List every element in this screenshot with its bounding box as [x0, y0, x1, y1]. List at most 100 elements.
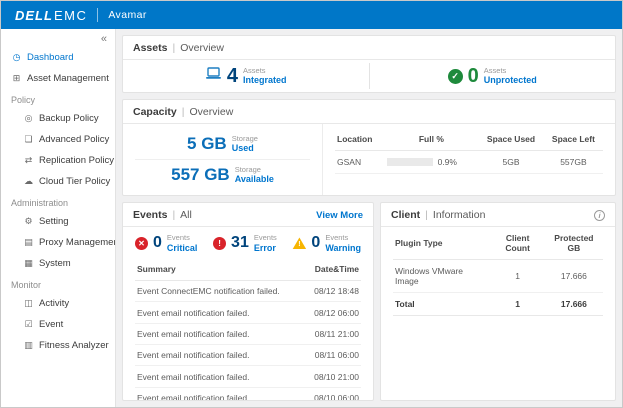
topbar: DELL EMC Avamar — [1, 1, 622, 29]
plugin-type-cell: Windows VMware Image — [393, 260, 490, 293]
stat-label-top: Events — [325, 234, 361, 243]
events-error-count: 31 — [231, 234, 249, 252]
sidebar-item-fitness-analyzer[interactable]: ▥ Fitness Analyzer — [1, 335, 115, 356]
sidebar-item-asset-management[interactable]: ⊞ Asset Management — [1, 68, 115, 89]
view-more-link[interactable]: View More — [316, 210, 363, 221]
events-critical-stat: ✕ 0 Events Critical — [135, 234, 197, 253]
setting-gear-icon: ⚙ — [23, 217, 34, 227]
sidebar-item-advanced-policy[interactable]: ❏ Advanced Policy — [1, 129, 115, 150]
event-icon: ☑ — [23, 320, 34, 330]
full-pct-value: 0.9% — [438, 157, 457, 167]
client-row: Windows VMware Image 1 17.666 — [393, 260, 603, 293]
storage-used-stat: 5 GB Storage Used — [123, 129, 322, 159]
product-name: Avamar — [108, 9, 146, 21]
event-datetime: 08/10 06:00 — [299, 387, 361, 400]
stat-label-top: Storage — [232, 135, 258, 144]
dell-logo-text: DELL — [15, 8, 53, 23]
stat-label-bottom: Integrated — [243, 75, 287, 85]
title-separator: | — [172, 42, 175, 54]
error-exclaim-icon: ! — [213, 237, 226, 250]
event-summary: Event email notification failed. — [135, 323, 299, 344]
capacity-overview-panel: Capacity | Overview 5 GB Storage Used — [122, 99, 616, 196]
capacity-table: Location Full % Space Used Space Left GS… — [335, 128, 603, 174]
event-datetime: 08/11 21:00 — [299, 323, 361, 344]
sidebar-item-replication-policy[interactable]: ⇄ Replication Policy — [1, 150, 115, 171]
proxy-management-icon: ▤ — [23, 238, 34, 248]
events-critical-count: 0 — [153, 234, 162, 252]
client-total-row: Total 1 17.666 — [393, 293, 603, 316]
sidebar-item-label: Cloud Tier Policy — [39, 176, 110, 187]
event-datetime: 08/12 06:00 — [299, 302, 361, 323]
sidebar-item-label: Asset Management — [27, 73, 109, 84]
avamar-app-window: DELL EMC Avamar « ◷ Dashboard ⊞ Asset Ma… — [0, 0, 623, 408]
stat-label-top: Events — [167, 234, 198, 243]
client-count-cell: 1 — [490, 260, 544, 293]
col-header-space-used: Space Used — [478, 128, 544, 151]
capacity-stats: 5 GB Storage Used 557 GB Storage Avail — [123, 124, 323, 195]
sidebar-item-backup-policy[interactable]: ◎ Backup Policy — [1, 108, 115, 129]
col-header-protected-gb: Protected GB — [545, 227, 603, 260]
sidebar-item-label: Backup Policy — [39, 113, 99, 124]
col-header-full-pct: Full % — [385, 128, 479, 151]
check-circle-icon: ✓ — [448, 69, 463, 84]
col-header-client-count: Client Count — [490, 227, 544, 260]
sidebar-section-monitor: Monitor — [1, 274, 115, 293]
sidebar-item-activity[interactable]: ◫ Activity — [1, 293, 115, 314]
fitness-analyzer-icon: ▥ — [23, 341, 34, 351]
total-client-count: 1 — [490, 293, 544, 316]
assets-unprotected-count: 0 — [468, 65, 479, 88]
stat-label-top: Storage — [235, 166, 274, 175]
event-summary: Event email notification failed. — [135, 345, 299, 366]
total-protected-gb: 17.666 — [545, 293, 603, 316]
events-error-stat: ! 31 Events Error — [213, 234, 277, 253]
sidebar-item-cloud-tier-policy[interactable]: ☁ Cloud Tier Policy — [1, 171, 115, 192]
events-panel-header: Events | All View More — [123, 203, 373, 227]
advanced-policy-icon: ❏ — [23, 135, 34, 145]
critical-x-icon: ✕ — [135, 237, 148, 250]
title-separator: | — [425, 209, 428, 221]
sidebar-item-proxy-management[interactable]: ▤ Proxy Management — [1, 232, 115, 253]
storage-available-value: 557 GB — [171, 165, 230, 185]
stat-label-bottom: Used — [232, 143, 258, 153]
sidebar-item-setting[interactable]: ⚙ Setting — [1, 211, 115, 232]
event-row: Event email notification failed. 08/11 2… — [135, 323, 361, 344]
col-header-datetime: Date&Time — [299, 258, 361, 281]
warning-triangle-icon: ! — [292, 237, 306, 249]
panel-subtitle: Information — [433, 209, 486, 221]
space-left-cell: 557GB — [544, 151, 603, 174]
sidebar-item-label: Setting — [39, 216, 69, 227]
sidebar-item-dashboard[interactable]: ◷ Dashboard — [1, 47, 115, 68]
sidebar-item-label: Event — [39, 319, 63, 330]
location-cell: GSAN — [335, 151, 385, 174]
system-icon: ▦ — [23, 259, 34, 269]
event-summary: Event email notification failed. — [135, 387, 299, 400]
sidebar-section-policy: Policy — [1, 89, 115, 108]
emc-logo-text: EMC — [54, 8, 87, 23]
storage-used-value: 5 GB — [187, 134, 227, 154]
backup-policy-icon: ◎ — [23, 114, 34, 124]
events-warning-count: 0 — [311, 234, 320, 252]
events-warning-stat: ! 0 Events Warning — [292, 234, 361, 253]
event-datetime: 08/10 21:00 — [299, 366, 361, 387]
col-header-plugin-type: Plugin Type — [393, 227, 490, 260]
event-summary: Event email notification failed. — [135, 366, 299, 387]
sidebar-item-system[interactable]: ▦ System — [1, 253, 115, 274]
info-icon[interactable]: i — [594, 210, 605, 221]
stat-label-bottom: Unprotected — [484, 75, 537, 85]
sidebar-item-label: Activity — [39, 298, 69, 309]
sidebar-collapse-button[interactable]: « — [1, 33, 115, 47]
sidebar: « ◷ Dashboard ⊞ Asset Management Policy … — [1, 29, 116, 407]
title-separator: | — [172, 209, 175, 221]
full-pct-bar — [387, 158, 433, 166]
sidebar-item-label: Fitness Analyzer — [39, 340, 109, 351]
assets-panel-header: Assets | Overview — [123, 36, 615, 60]
sidebar-item-label: Dashboard — [27, 52, 73, 63]
main-content: Assets | Overview 4 Assets Int — [116, 29, 622, 407]
sidebar-item-event[interactable]: ☑ Event — [1, 314, 115, 335]
dell-emc-logo: DELL EMC — [15, 8, 87, 23]
panel-subtitle: Overview — [190, 106, 234, 118]
sidebar-item-label: Proxy Management — [39, 237, 116, 248]
col-header-location: Location — [335, 128, 385, 151]
panel-title: Assets — [133, 42, 167, 54]
stat-label-top: Assets — [484, 67, 537, 76]
